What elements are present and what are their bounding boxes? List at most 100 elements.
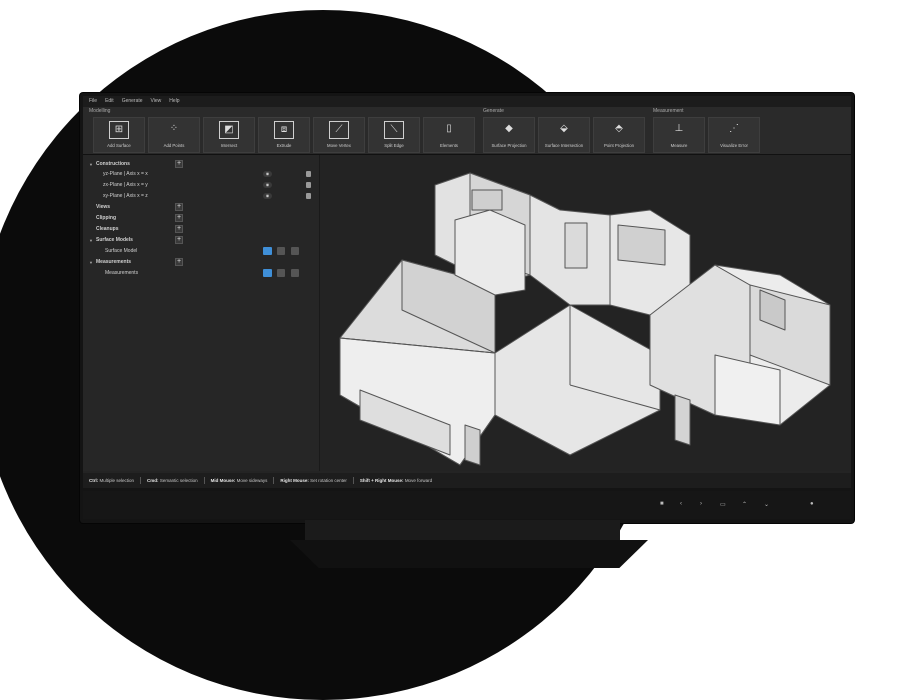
tree-xy-plane[interactable]: xy-Plane | Axis x = z [103,191,148,201]
elements-label: Elements [440,143,458,148]
tree-views-label: Views [96,204,111,210]
tree-zx-plane-label: zx-Plane | Axis x = y [103,182,148,188]
tree-clipping-label: Clipping [96,215,116,221]
tree-clipping[interactable]: Clipping [96,213,116,223]
settings-icon[interactable] [291,269,299,277]
add-surface-model-button[interactable]: + [175,236,183,244]
add-view-button[interactable]: + [175,203,183,211]
measure-button[interactable]: ⊥ Measure [653,117,705,153]
scene-tree-panel: ▼ Constructions + yz-Plane | Axis x = x ◉… [83,155,320,471]
tree-measurements-child[interactable]: Measurements [105,268,138,278]
intersect-label: Intersect [220,143,238,148]
expand-arrow-icon[interactable]: ▼ [89,238,96,243]
tree-zx-plane[interactable]: zx-Plane | Axis x = y [103,180,148,190]
extrude-button[interactable]: ⧈ Extrude [258,117,310,153]
status-hint-ctrl: Ctrl: Multiple selection [89,478,135,483]
tree-cleanups[interactable]: Cleanups [96,224,119,234]
split-edge-button[interactable]: ⟍ Split Edge [368,117,420,153]
menu-help[interactable]: Help [169,96,179,107]
point-projection-icon: ⬘ [615,123,623,134]
ribbon-toolbar: Modelling Generate Measurement ⊞ Add Sur… [83,107,851,155]
expand-arrow-icon[interactable]: ▼ [89,260,96,265]
add-points-button[interactable]: ⁘ Add Points [148,117,200,153]
monitor: File Edit Generate View Help Modelling G… [80,93,854,523]
tree-constructions-label: Constructions [96,161,130,167]
monitor-stand-base [290,540,648,568]
elements-button[interactable]: ▯ Elements [423,117,475,153]
visualize-error-button[interactable]: ⋰ Visualize Error [708,117,760,153]
move-vertex-button[interactable]: ⟋ Move Vertex [313,117,365,153]
tree-yz-plane[interactable]: yz-Plane | Axis x = x [103,169,148,179]
add-measurement-button[interactable]: + [175,258,183,266]
status-bar: Ctrl: Multiple selection Cmd: Semantic s… [83,473,851,488]
3d-viewport[interactable] [320,155,851,471]
move-vertex-icon: ⟋ [329,121,349,139]
surface-intersection-label: Surface Intersection [544,143,584,148]
tree-surface-model-label: Surface Model [105,248,138,254]
visualize-error-label: Visualize Error [720,143,748,148]
tree-yz-plane-label: yz-Plane | Axis x = x [103,171,148,177]
split-edge-icon: ⟍ [384,121,404,139]
menu-icon[interactable]: ▭ [720,501,726,508]
intersect-icon: ◩ [219,121,239,139]
lock-icon[interactable] [306,182,311,188]
status-hint-shift-right-mouse: Shift + Right Mouse: Move forward [359,478,433,483]
menu-file[interactable]: File [89,96,97,107]
status-hint-mid-mouse: Mid Mouse: Move sideways [210,478,268,483]
left-arrow-icon[interactable]: ‹ [680,501,682,507]
status-hint-right-mouse: Right Mouse: Set rotation center [280,478,347,483]
eye-icon[interactable]: ◉ [263,193,272,199]
add-surface-icon: ⊞ [109,121,129,139]
app-screen: File Edit Generate View Help Modelling G… [83,96,851,488]
visibility-toggle-button[interactable] [263,269,272,277]
surface-intersection-button[interactable]: ⬙ Surface Intersection [538,117,590,153]
surface-projection-label: Surface Projection [491,143,527,148]
lock-icon[interactable] [306,193,311,199]
tree-measurements-label: Measurements [96,259,132,265]
add-clipping-button[interactable]: + [175,214,183,222]
intersect-button[interactable]: ◩ Intersect [203,117,255,153]
down-arrow-icon[interactable]: ⌄ [764,501,769,508]
eye-icon[interactable]: ◉ [263,182,272,188]
tree-constructions[interactable]: ▼ Constructions [89,159,130,169]
menu-bar: File Edit Generate View Help [83,96,851,107]
menu-view[interactable]: View [151,96,162,107]
input-icon[interactable]: ■ [660,501,664,507]
up-arrow-icon[interactable]: ⌃ [742,501,747,508]
group-label-modelling: Modelling [89,108,111,114]
point-projection-label: Point Projection [603,143,635,148]
tree-surface-models[interactable]: ▼ Surface Models [89,235,133,245]
tree-views[interactable]: Views [96,202,110,212]
tree-measurements[interactable]: ▼ Measurements [89,257,131,267]
add-points-icon: ⁘ [169,123,179,134]
measure-icon: ⊥ [674,123,684,134]
tree-cleanups-label: Cleanups [96,226,119,232]
surface-intersection-icon: ⬙ [560,123,568,134]
surface-projection-button[interactable]: ◆ Surface Projection [483,117,535,153]
status-hint-cmd: Cmd: Semantic selection [147,478,198,483]
menu-generate[interactable]: Generate [122,96,143,107]
lock-icon[interactable] [306,171,311,177]
point-projection-button[interactable]: ⬘ Point Projection [593,117,645,153]
add-surface-button[interactable]: ⊞ Add Surface [93,117,145,153]
monitor-bezel [83,491,851,519]
delete-icon[interactable] [277,247,285,255]
eye-icon[interactable]: ◉ [263,171,272,177]
extrude-label: Extrude [276,143,292,148]
add-cleanup-button[interactable]: + [175,225,183,233]
settings-icon[interactable] [291,247,299,255]
measure-label: Measure [670,143,688,148]
building-model [339,172,831,466]
split-edge-label: Split Edge [384,143,404,148]
tree-surface-model[interactable]: Surface Model [105,246,137,256]
add-construction-button[interactable]: + [175,160,183,168]
power-icon[interactable]: ● [810,501,814,507]
menu-edit[interactable]: Edit [105,96,114,107]
visibility-toggle-button[interactable] [263,247,272,255]
right-arrow-icon[interactable]: › [700,501,702,507]
add-surface-label: Add Surface [107,143,131,148]
delete-icon[interactable] [277,269,285,277]
expand-arrow-icon[interactable]: ▼ [89,162,96,167]
tree-xy-plane-label: xy-Plane | Axis x = z [103,193,148,199]
visualize-error-icon: ⋰ [729,123,739,134]
